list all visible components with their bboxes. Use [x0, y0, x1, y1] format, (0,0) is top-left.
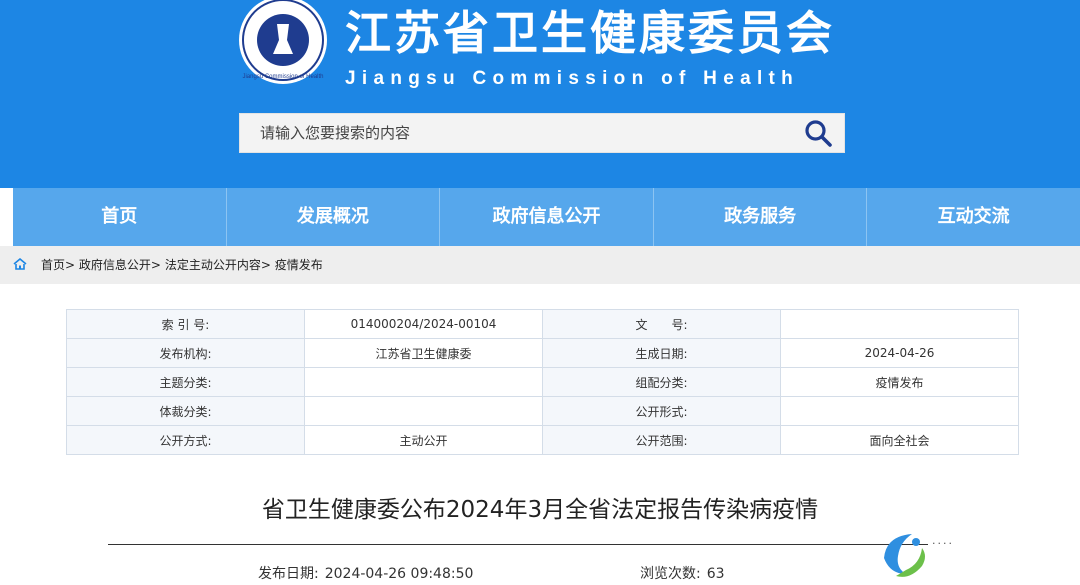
site-subtitle: Jiangsu Commission of Health	[345, 68, 800, 89]
table-row: 公开方式: 主动公开 公开范围: 面向全社会	[66, 425, 1019, 455]
field-label: 主题分类:	[66, 367, 305, 397]
field-label: 体裁分类:	[66, 396, 305, 426]
nav-item-gov-info[interactable]: 政府信息公开	[440, 188, 654, 246]
publish-date: 发布日期: 2024-04-26 09:48:50	[258, 564, 473, 584]
view-count: 浏览次数: 63	[640, 564, 725, 584]
title-divider	[108, 544, 928, 545]
field-value: 2024-04-26	[780, 338, 1019, 368]
watermark-logo-icon	[884, 534, 925, 577]
field-value	[780, 309, 1019, 339]
search-bar	[239, 113, 845, 153]
field-value	[304, 367, 543, 397]
breadcrumb-statutory[interactable]: 法定主动公开内容	[165, 258, 261, 272]
nav-item-home[interactable]: 首页	[13, 188, 227, 246]
field-value	[304, 396, 543, 426]
breadcrumb-separator: >	[150, 258, 161, 272]
table-row: 发布机构: 江苏省卫生健康委 生成日期: 2024-04-26	[66, 338, 1019, 368]
breadcrumb-epidemic[interactable]: 疫情发布	[275, 258, 323, 272]
breadcrumb-separator: >	[65, 258, 76, 272]
field-label: 组配分类:	[542, 367, 781, 397]
divider-dots: ····	[932, 537, 954, 550]
search-icon	[805, 120, 832, 147]
field-value	[780, 396, 1019, 426]
nav-item-services[interactable]: 政务服务	[654, 188, 868, 246]
breadcrumb: 首页> 政府信息公开> 法定主动公开内容> 疫情发布	[41, 246, 323, 284]
field-label: 公开方式:	[66, 425, 305, 455]
emblem-logo: Jiangsu Commission of Health	[239, 0, 327, 84]
search-input[interactable]	[240, 114, 780, 152]
site-title: 江苏省卫生健康委员会	[345, 6, 835, 60]
field-label: 公开形式:	[542, 396, 781, 426]
nav-item-overview[interactable]: 发展概况	[227, 188, 441, 246]
breadcrumb-separator: >	[260, 258, 271, 272]
site-header: Jiangsu Commission of Health 江苏省卫生健康委员会 …	[0, 0, 1080, 188]
field-value: 面向全社会	[780, 425, 1019, 455]
field-label: 生成日期:	[542, 338, 781, 368]
field-label: 文 号:	[542, 309, 781, 339]
table-row: 体裁分类: 公开形式:	[66, 396, 1019, 426]
breadcrumb-home[interactable]: 首页	[41, 258, 65, 272]
table-row: 主题分类: 组配分类: 疫情发布	[66, 367, 1019, 397]
field-value: 江苏省卫生健康委	[304, 338, 543, 368]
breadcrumb-gov-info[interactable]: 政府信息公开	[79, 258, 151, 272]
main-nav: 首页 发展概况 政府信息公开 政务服务 互动交流	[13, 188, 1080, 246]
article-title: 省卫生健康委公布2024年3月全省法定报告传染病疫情	[261, 497, 819, 523]
nav-item-interaction[interactable]: 互动交流	[867, 188, 1080, 246]
publish-date-value: 2024-04-26 09:48:50	[324, 566, 474, 582]
metadata-table: 索 引 号: 014000204/2024-00104 文 号: 发布机构: 江…	[66, 309, 1019, 455]
field-value: 主动公开	[304, 425, 543, 455]
field-label: 发布机构:	[66, 338, 305, 368]
publish-date-label: 发布日期:	[258, 566, 319, 582]
home-icon[interactable]	[13, 258, 27, 270]
view-count-label: 浏览次数:	[640, 566, 701, 582]
breadcrumb-bar: 首页> 政府信息公开> 法定主动公开内容> 疫情发布	[0, 246, 1080, 284]
table-row: 索 引 号: 014000204/2024-00104 文 号:	[66, 309, 1019, 339]
field-value: 疫情发布	[780, 367, 1019, 397]
field-label: 公开范围:	[542, 425, 781, 455]
search-button[interactable]	[800, 117, 836, 149]
view-count-value: 63	[706, 566, 725, 582]
field-value: 014000204/2024-00104	[304, 309, 543, 339]
field-label: 索 引 号:	[66, 309, 305, 339]
svg-text:Jiangsu Commission of Health: Jiangsu Commission of Health	[242, 74, 323, 80]
